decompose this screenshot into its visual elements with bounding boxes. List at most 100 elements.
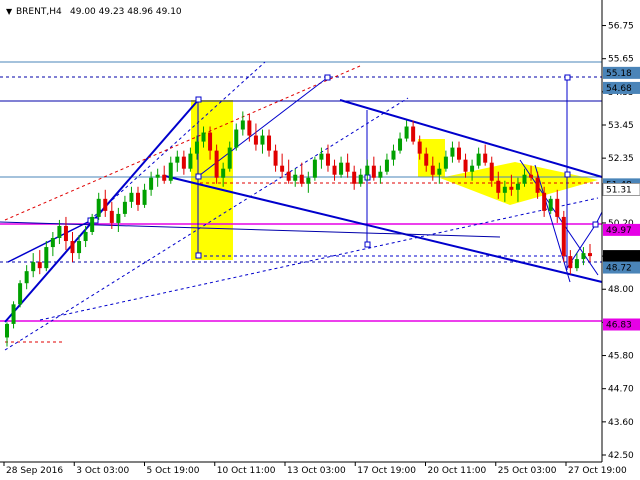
candle-body — [404, 126, 409, 139]
candle-body — [483, 153, 488, 163]
candle-body — [424, 153, 429, 166]
candle-body — [384, 159, 389, 172]
x-tick-label: 17 Oct 19:00 — [357, 466, 416, 476]
price-tag-label: 49.97 — [606, 226, 632, 236]
candle-body — [260, 135, 265, 145]
candle-body — [345, 162, 350, 172]
anchor-point[interactable] — [564, 171, 571, 178]
candle-body — [44, 247, 49, 269]
x-tick-label: 28 Sep 2016 — [6, 466, 63, 476]
candle-body — [378, 171, 383, 178]
candle-body — [352, 171, 357, 184]
anchor-point[interactable] — [324, 74, 331, 81]
candle-body — [221, 168, 226, 178]
candle-body — [476, 153, 481, 166]
x-tick-label: 5 Oct 19:00 — [147, 466, 200, 476]
candle-body — [371, 165, 376, 178]
price-tag-label: 55.18 — [606, 69, 632, 79]
candle-body — [574, 259, 579, 269]
candle-body — [63, 225, 68, 242]
anchor-point[interactable] — [195, 96, 202, 103]
candle-body — [417, 141, 422, 154]
price-tag-label: 46.83 — [606, 321, 632, 331]
candle-body — [129, 192, 134, 202]
candle-body — [299, 174, 304, 184]
candle-body — [136, 192, 141, 205]
candle-body — [398, 138, 403, 151]
anchor-point[interactable] — [364, 241, 371, 248]
y-tick-label: 44.70 — [608, 385, 634, 395]
anchor-point[interactable] — [195, 173, 202, 180]
triangle-down-icon[interactable]: ▼ — [6, 7, 13, 16]
ohlc-values: 49.00 49.23 48.96 49.10 — [70, 7, 182, 17]
y-tick-label: 43.60 — [608, 418, 634, 428]
candle-body — [332, 165, 337, 175]
candle-body — [234, 129, 239, 148]
candle-body — [496, 180, 501, 193]
candle-body — [515, 183, 520, 190]
x-tick-label: 13 Oct 03:00 — [287, 466, 346, 476]
candle-body — [24, 271, 29, 284]
candle-body — [561, 216, 566, 257]
candle-body — [588, 253, 592, 257]
x-tick-label: 3 Oct 03:00 — [76, 466, 129, 476]
chart-header: ▼ BRENT,H4 49.00 49.23 48.96 49.10 — [6, 7, 182, 17]
candle-body — [568, 256, 573, 269]
y-tick-label: 48.00 — [608, 285, 634, 295]
y-tick-label: 42.50 — [608, 451, 634, 461]
price-tag-label: 49.10 — [606, 252, 632, 262]
candle-body — [502, 186, 507, 193]
candle-body — [450, 147, 455, 157]
price-tag-label: 48.72 — [606, 264, 632, 274]
candle-body — [155, 174, 160, 178]
anchor-point[interactable] — [564, 74, 571, 81]
candle-body — [162, 174, 167, 181]
candle-body — [5, 323, 9, 338]
candle-body — [548, 198, 553, 211]
candle-body — [194, 141, 199, 154]
candle-body — [122, 201, 127, 214]
candle-body — [542, 192, 547, 211]
price-chart[interactable]: ▼ BRENT,H4 49.00 49.23 48.96 49.10 56.75… — [0, 0, 640, 480]
y-tick-label: 53.45 — [608, 121, 634, 131]
anchor-point[interactable] — [195, 252, 202, 259]
candle-body — [181, 156, 186, 169]
candle-body — [443, 156, 448, 169]
candle-body — [437, 168, 442, 175]
candle-body — [319, 153, 324, 160]
price-tag-label: 54.68 — [606, 84, 632, 94]
candle-body — [116, 213, 121, 223]
candle-body — [142, 189, 147, 205]
candle-body — [240, 120, 245, 130]
candle-body — [57, 225, 62, 239]
candle-body — [339, 162, 344, 175]
candle-body — [168, 162, 173, 181]
candle-body — [325, 153, 330, 166]
candle-body — [273, 150, 278, 166]
x-tick-label: 27 Oct 19:00 — [568, 466, 627, 476]
candle-body — [430, 165, 435, 175]
anchor-point[interactable] — [592, 221, 599, 228]
x-tick-label: 25 Oct 03:00 — [498, 466, 557, 476]
candle-body — [358, 174, 363, 184]
candle-body — [247, 120, 252, 136]
candle-body — [267, 135, 272, 151]
candle-body — [149, 177, 154, 190]
y-tick-label: 55.65 — [608, 55, 634, 65]
candle-body — [109, 210, 114, 223]
x-tick-label: 10 Oct 11:00 — [217, 466, 276, 476]
candle-body — [312, 159, 317, 178]
y-tick-label: 52.35 — [608, 154, 634, 164]
candle-body — [286, 171, 291, 181]
candle-body — [489, 162, 494, 181]
candle-body — [18, 283, 23, 305]
candle-body — [175, 156, 180, 163]
candle-body — [70, 241, 75, 254]
y-tick-label: 56.75 — [608, 22, 634, 32]
candle-body — [11, 304, 16, 324]
price-tag-label: 51.31 — [606, 185, 632, 195]
candle-body — [306, 177, 311, 184]
candle-body — [280, 165, 285, 172]
candle-body — [456, 147, 461, 160]
chart-background — [0, 0, 640, 480]
